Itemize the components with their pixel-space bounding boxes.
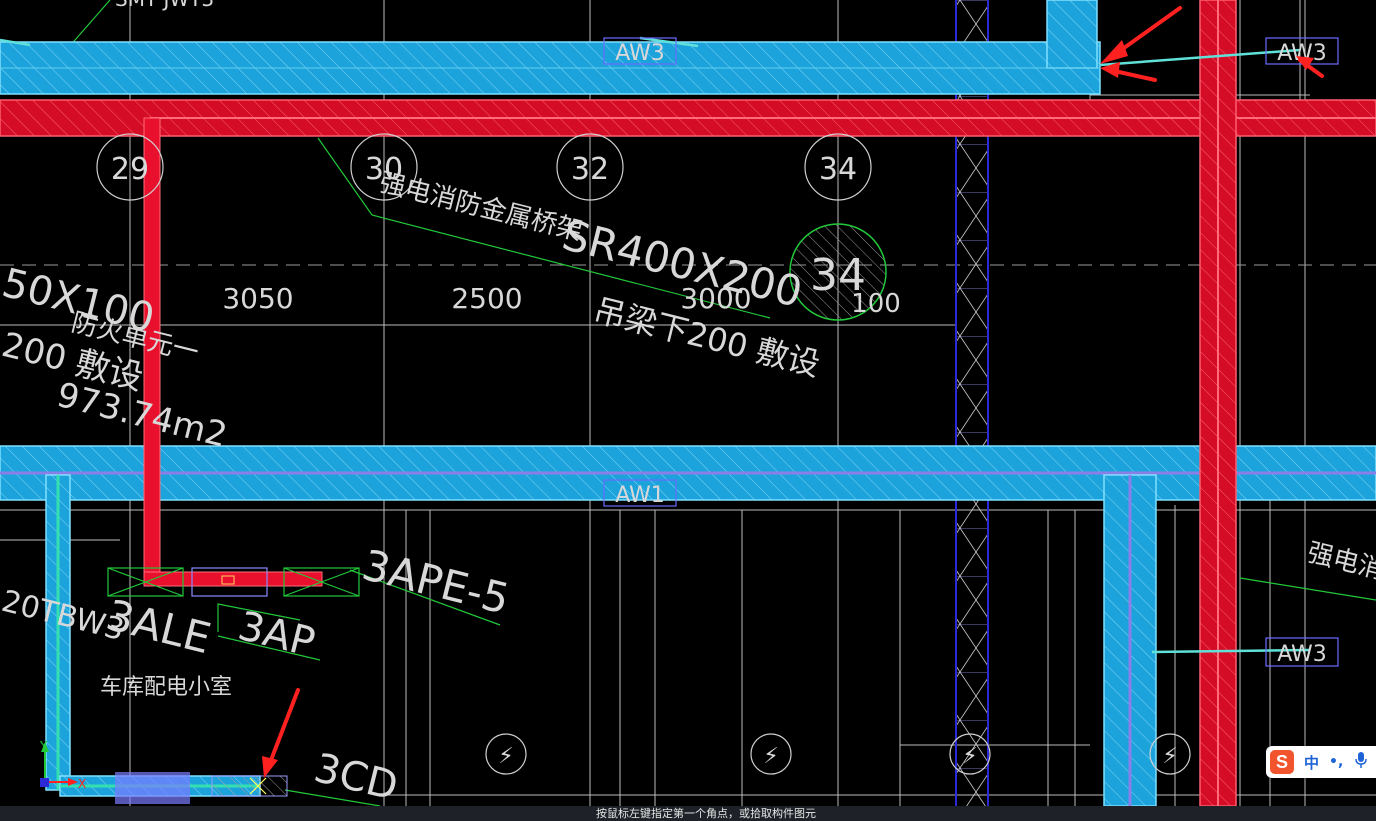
dimension-100: 100	[851, 289, 901, 319]
svg-text:32: 32	[571, 152, 609, 187]
light-fixture-2: ⚡	[750, 733, 792, 775]
cable-tray-riser[interactable]	[1046, 0, 1098, 69]
lightning-icon: ⚡	[763, 744, 778, 769]
right-edge-label: 强电消防	[1304, 538, 1376, 592]
left-label-area: 973.74m2	[53, 375, 231, 456]
command-status-bar: 按鼠标左键指定第一个角点，或拾取构件图元	[0, 806, 1376, 821]
microphone-icon[interactable]	[1355, 752, 1368, 772]
tray-label-name: 强电消防金属桥架	[376, 168, 585, 247]
ime-toolbar[interactable]: S 中 •,	[1266, 746, 1376, 778]
room-label: 车库配电小室	[100, 675, 232, 700]
command-prompt: 按鼠标左键指定第一个角点，或拾取构件图元	[596, 807, 816, 820]
lightning-icon: ⚡	[498, 744, 513, 769]
svg-text:29: 29	[111, 152, 149, 187]
cad-drawing-canvas[interactable]: 29 30 32 34 34 3050 2500 3000 100 强电消防金属…	[0, 0, 1376, 806]
svg-text:Y: Y	[39, 739, 48, 753]
ime-language-toggle[interactable]: 中	[1304, 752, 1319, 773]
top-label-fragment: SMT JWT3	[115, 0, 214, 11]
dimension-2500: 2500	[451, 282, 522, 315]
sogou-logo-icon[interactable]: S	[1270, 750, 1294, 774]
ime-punctuation-toggle[interactable]: •,	[1329, 754, 1343, 770]
svg-text:AW3: AW3	[1277, 642, 1327, 667]
label-3ape-5: 3APE-5	[358, 540, 515, 624]
svg-text:X: X	[78, 777, 86, 791]
svg-text:AW3: AW3	[615, 41, 665, 66]
dimension-3050: 3050	[222, 282, 293, 315]
lightning-icon: ⚡	[962, 744, 977, 769]
lightning-icon: ⚡	[1162, 744, 1177, 769]
light-fixture-1: ⚡	[485, 733, 527, 775]
svg-text:AW1: AW1	[615, 483, 665, 508]
svg-text:34: 34	[819, 152, 857, 187]
label-aw3-right: AW3	[1265, 637, 1339, 667]
